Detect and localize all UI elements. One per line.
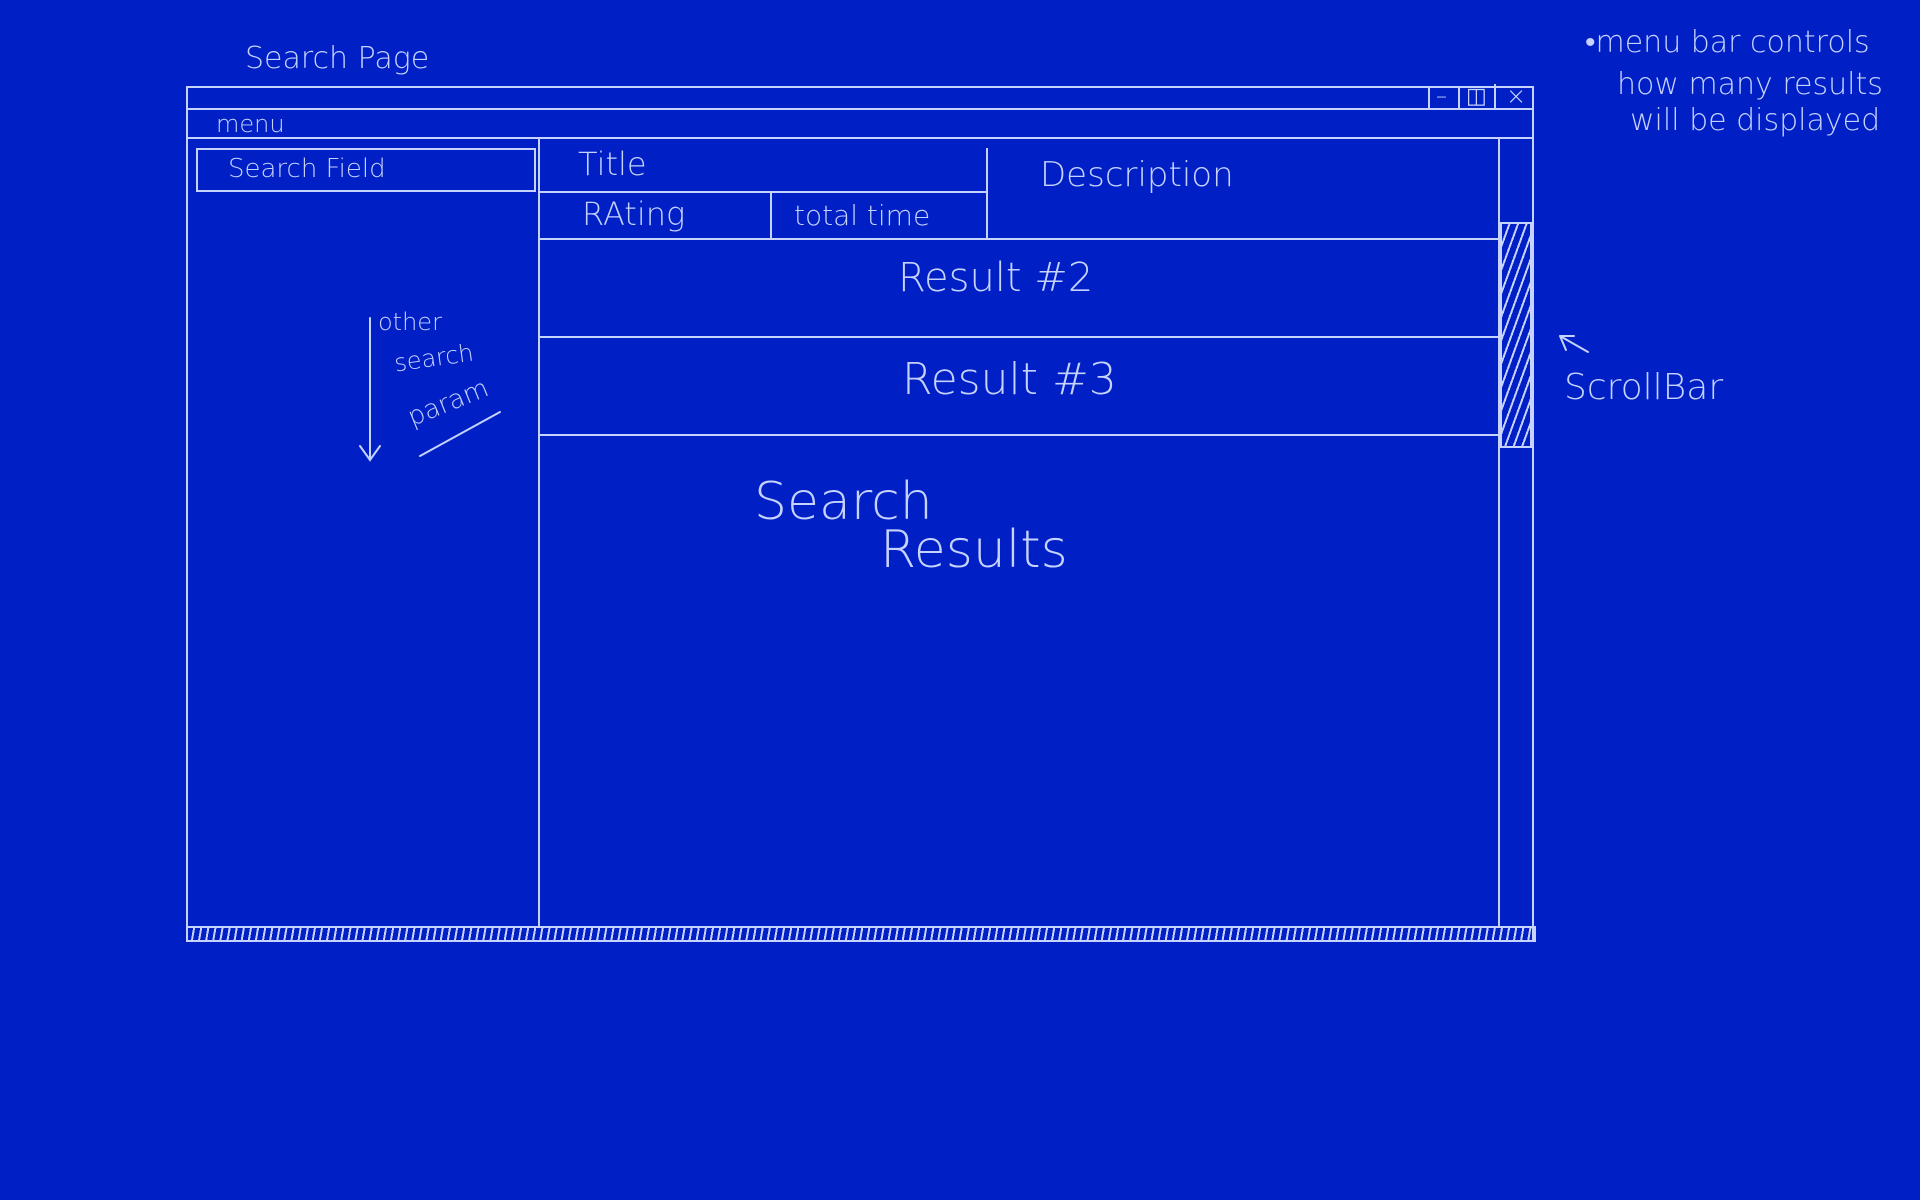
search-input[interactable]: Search Field [196, 148, 536, 192]
result-2-divider [540, 336, 1500, 338]
result-description: Description [1040, 155, 1234, 195]
search-input-label: Search Field [228, 154, 386, 184]
menu-note-line-2: how many results [1617, 67, 1883, 102]
scrollbar-thumb[interactable] [1500, 222, 1532, 448]
menu-bar-note: •menu bar controls how many results will… [1585, 25, 1883, 136]
result-3[interactable]: Result #3 [902, 358, 1117, 402]
horizontal-scrollbar[interactable] [186, 926, 1536, 942]
menu-note-line-3: will be displayed [1630, 103, 1881, 138]
menu-bar-divider [188, 137, 1532, 139]
result-title[interactable]: Title [578, 148, 647, 180]
title-bar-divider [188, 108, 1532, 110]
result-total-time: total time [794, 199, 931, 232]
pointer-arrow-icon [1559, 335, 1589, 353]
close-button[interactable]: × [1494, 84, 1526, 108]
sidebar-note-line-1: other [378, 308, 442, 336]
result-header-vertical [986, 148, 988, 239]
search-results-label-line-2: Results [880, 520, 1068, 580]
result-1-divider [540, 238, 1500, 240]
maximize-button[interactable]: ◫ [1458, 86, 1487, 108]
result-2[interactable]: Result #2 [898, 258, 1093, 298]
result-header-split [540, 191, 988, 193]
result-3-divider [540, 434, 1500, 436]
page-title: Search Page [245, 41, 430, 76]
result-rating-divider [770, 193, 772, 239]
sidebar-divider [538, 139, 540, 926]
window-controls: – ◫ × [1418, 84, 1532, 108]
result-rating: RAting [582, 195, 686, 233]
menu-bar[interactable]: menu [216, 112, 285, 136]
scrollbar-note: ScrollBar [1564, 367, 1724, 408]
minimize-button[interactable]: – [1428, 86, 1447, 108]
menu-note-line-1: •menu bar controls [1585, 25, 1870, 60]
